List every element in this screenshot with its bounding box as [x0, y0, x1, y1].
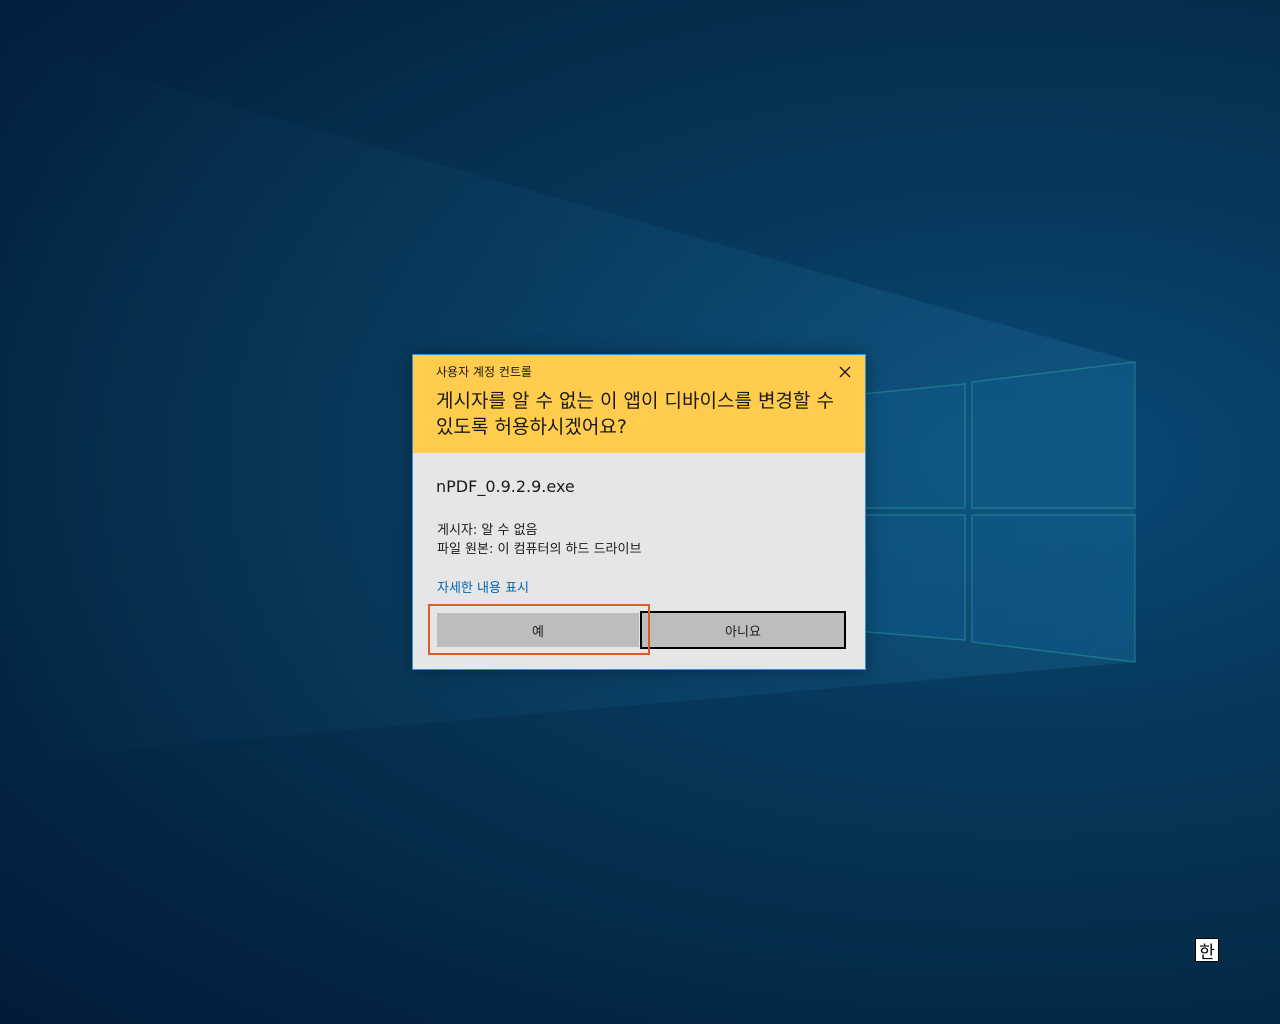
no-button-label: 아니요: [725, 624, 761, 640]
no-button[interactable]: 아니요: [640, 611, 846, 649]
ime-mode-label: 한: [1199, 942, 1215, 963]
publisher-info: 게시자: 알 수 없음: [437, 523, 538, 538]
program-name: nPDF_0.9.2.9.exe: [436, 477, 575, 496]
ime-mode-indicator[interactable]: 한: [1195, 938, 1219, 963]
yes-button-label: 예: [532, 624, 544, 640]
dialog-caption: 사용자 계정 컨트롤: [436, 365, 532, 379]
uac-dialog-header: 사용자 계정 컨트롤 게시자를 알 수 없는 이 앱이 디바이스를 변경할 수 …: [413, 355, 865, 453]
show-details-link[interactable]: 자세한 내용 표시: [437, 577, 529, 596]
uac-dialog: 사용자 계정 컨트롤 게시자를 알 수 없는 이 앱이 디바이스를 변경할 수 …: [412, 354, 866, 670]
close-icon: [839, 366, 851, 378]
file-origin-info: 파일 원본: 이 컴퓨터의 하드 드라이브: [437, 542, 642, 557]
uac-question: 게시자를 알 수 없는 이 앱이 디바이스를 변경할 수 있도록 허용하시겠어요…: [436, 390, 834, 438]
yes-button[interactable]: 예: [437, 613, 639, 647]
close-button[interactable]: [833, 361, 857, 383]
